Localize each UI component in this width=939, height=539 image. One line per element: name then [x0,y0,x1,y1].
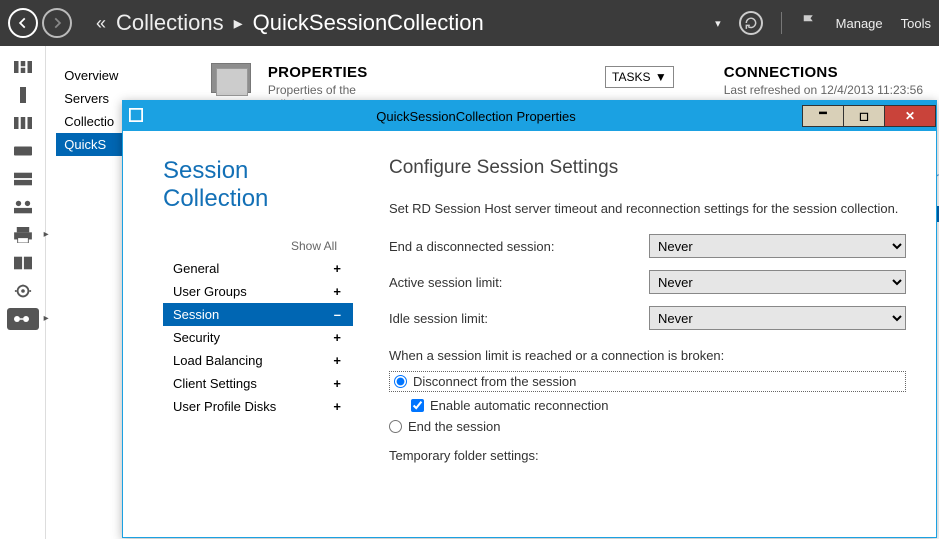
expand-icon: + [333,261,341,276]
cat-label: Load Balancing [173,353,263,368]
cat-label: General [173,261,219,276]
expand-icon: + [333,353,341,368]
cat-client-settings[interactable]: Client Settings + [163,372,353,395]
chevron-right-icon: ▸ [234,13,243,34]
notifications-flag-icon[interactable] [800,13,818,34]
connections-block: CONNECTIONS Last refreshed on 12/4/2013 … [724,64,923,97]
divider [781,12,782,34]
strip-print-icon[interactable]: ▸ [7,224,39,246]
strip-dashboard-icon[interactable] [7,56,39,78]
strip-nap-icon[interactable] [7,196,39,218]
label-end-disconnected: End a disconnected session: [389,239,649,254]
radio-disconnect[interactable] [394,375,407,388]
radio-disconnect-row[interactable]: Disconnect from the session [389,371,906,392]
maximize-button[interactable]: ◻ [843,105,885,127]
settings-heading: Configure Session Settings [389,157,906,179]
category-list: General + User Groups + Session – Security +… [163,257,353,418]
dropdown-caret-icon[interactable]: ▾ [715,17,721,30]
broken-connection-label: When a session limit is reached or a con… [389,348,906,363]
radio-end-label: End the session [408,419,501,434]
dialog-right-pane: Configure Session Settings Set RD Sessio… [353,157,906,537]
strip-local-server-icon[interactable] [7,84,39,106]
temp-folder-label: Temporary folder settings: [389,448,906,463]
row-idle-limit: Idle session limit: Never [389,306,906,330]
collapse-icon: – [334,307,341,322]
check-auto-reconnect-row[interactable]: Enable automatic reconnection [411,398,906,413]
breadcrumb-level2[interactable]: QuickSessionCollection [253,10,484,36]
cat-session[interactable]: Session – [163,303,353,326]
topbar-actions: ▾ Manage Tools [715,11,931,35]
cat-general[interactable]: General + [163,257,353,280]
close-button[interactable]: ✕ [884,105,936,127]
dialog-titlebar[interactable]: QuickSessionCollection Properties ━ ◻ ✕ [123,101,936,131]
titlebar: « Collections ▸ QuickSessionCollection ▾… [0,0,939,46]
dialog-heading: Session Collection [163,157,353,213]
cat-security[interactable]: Security + [163,326,353,349]
strip-remote-access-icon[interactable] [7,252,39,274]
minimize-button[interactable]: ━ [802,105,844,127]
check-auto-reconnect[interactable] [411,399,424,412]
connections-subtitle: Last refreshed on 12/4/2013 11:23:56 [724,83,923,97]
breadcrumb-chevrons: « [96,13,106,34]
caret-down-icon: ▼ [655,70,667,84]
cat-label: Client Settings [173,376,257,391]
tasks-dropdown[interactable]: TASKS ▼ [605,66,674,88]
refresh-button[interactable] [739,11,763,35]
radio-end[interactable] [389,420,402,433]
cat-label: Session [173,307,219,322]
dialog-left-pane: Session Collection Show All General + Use… [163,157,353,537]
breadcrumb-level1[interactable]: Collections [116,10,224,36]
cat-user-groups[interactable]: User Groups + [163,280,353,303]
select-end-disconnected[interactable]: Never [649,234,906,258]
strip-all-servers-icon[interactable] [7,112,39,134]
collection-icon [216,68,248,96]
select-idle-limit[interactable]: Never [649,306,906,330]
tasks-label: TASKS [612,70,650,84]
settings-description: Set RD Session Host server timeout and r… [389,201,906,216]
expand-icon: + [333,376,341,391]
cat-label: User Groups [173,284,247,299]
manage-menu[interactable]: Manage [836,16,883,31]
cat-label: Security [173,330,220,345]
cat-user-profile-disks[interactable]: User Profile Disks + [163,395,353,418]
radio-end-row[interactable]: End the session [389,419,906,434]
show-all-link[interactable]: Show All [163,239,353,253]
strip-remote-desktop-icon[interactable] [7,280,39,302]
row-end-disconnected: End a disconnected session: Never [389,234,906,258]
properties-title: PROPERTIES [268,64,385,81]
expand-icon: + [333,330,341,345]
server-icon-strip: ▸ ▸ [0,46,46,539]
cat-label: User Profile Disks [173,399,276,414]
expand-icon: + [333,284,341,299]
properties-dialog: QuickSessionCollection Properties ━ ◻ ✕ … [122,100,937,538]
check-auto-reconnect-label: Enable automatic reconnection [430,398,609,413]
dialog-body: Session Collection Show All General + Use… [123,131,936,537]
forward-button[interactable] [42,8,72,38]
strip-file-services-icon[interactable] [7,140,39,162]
strip-rds-icon[interactable]: ▸ [7,308,39,330]
cat-load-balancing[interactable]: Load Balancing + [163,349,353,372]
nav-overview[interactable]: Overview [56,64,176,87]
breadcrumb: « Collections ▸ QuickSessionCollection [96,10,484,36]
dialog-title: QuickSessionCollection Properties [149,109,803,124]
window-controls: ━ ◻ ✕ [803,105,936,127]
label-active-limit: Active session limit: [389,275,649,290]
strip-iis-icon[interactable] [7,168,39,190]
radio-disconnect-label: Disconnect from the session [413,374,576,389]
row-active-limit: Active session limit: Never [389,270,906,294]
connections-title: CONNECTIONS [724,64,923,81]
expand-icon: + [333,399,341,414]
tools-menu[interactable]: Tools [901,16,931,31]
label-idle-limit: Idle session limit: [389,311,649,326]
select-active-limit[interactable]: Never [649,270,906,294]
dialog-icon [123,108,149,125]
back-button[interactable] [8,8,38,38]
